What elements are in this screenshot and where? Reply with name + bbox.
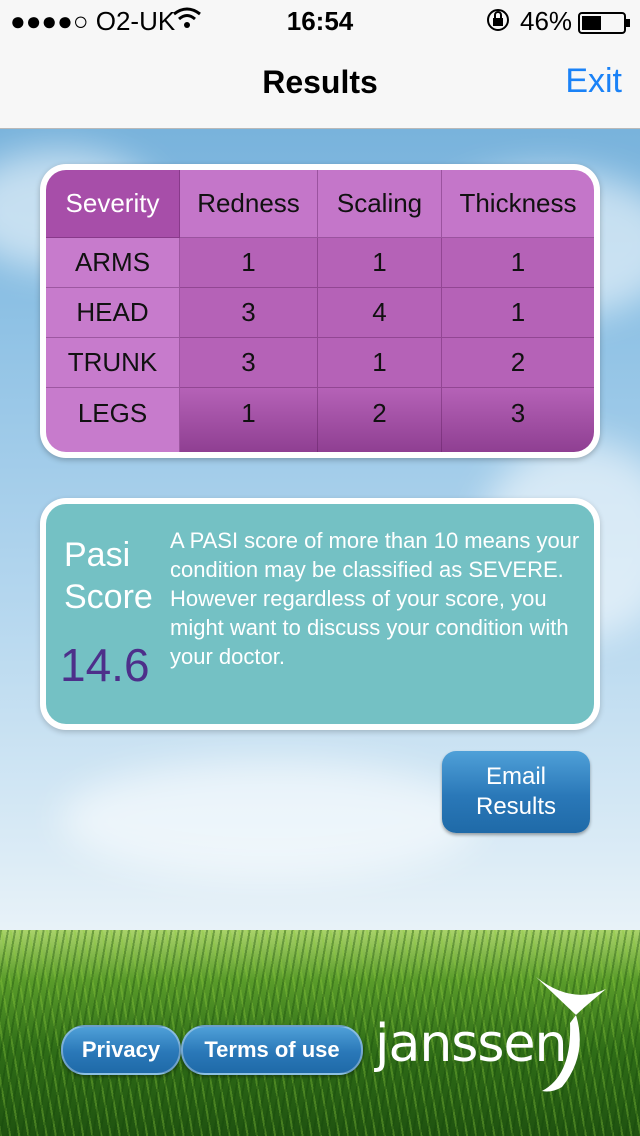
- pasi-score-card: Pasi Score 14.6 A PASI score of more tha…: [40, 498, 600, 730]
- header-redness: Redness: [180, 170, 318, 238]
- table-cell: 1: [442, 238, 594, 288]
- table-cell: 3: [442, 388, 594, 452]
- table-cell: 1: [442, 288, 594, 338]
- pasi-score-label: Pasi Score: [64, 534, 174, 618]
- orientation-lock-icon: [485, 8, 511, 39]
- header-severity: Severity: [46, 170, 180, 238]
- table-cell: 4: [318, 288, 442, 338]
- table-cell: 2: [442, 338, 594, 388]
- email-button-line2: Results: [475, 793, 557, 820]
- table-cell: 2: [318, 388, 442, 452]
- status-bar: ●●●●○ O2-UK 16:54 46%: [0, 0, 640, 40]
- row-label-arms: ARMS: [46, 238, 180, 288]
- pasi-score-value: 14.6: [60, 639, 150, 691]
- pasi-label-line2: Score: [64, 578, 153, 616]
- janssen-logo-mark: [532, 975, 612, 1095]
- severity-table: Severity Redness Scaling Thickness ARMS …: [46, 170, 594, 452]
- row-label-trunk: TRUNK: [46, 338, 180, 388]
- navigation-bar: Results Exit: [0, 40, 640, 129]
- pasi-label-line1: Pasi: [64, 536, 131, 574]
- severity-table-card: Severity Redness Scaling Thickness ARMS …: [40, 164, 600, 458]
- table-cell: 1: [318, 338, 442, 388]
- terms-of-use-button[interactable]: Terms of use: [181, 1025, 363, 1075]
- table-cell: 1: [180, 238, 318, 288]
- email-results-button[interactable]: Email Results: [442, 751, 590, 833]
- battery-icon: [578, 10, 632, 41]
- battery-percent: 46%: [520, 6, 573, 36]
- privacy-button[interactable]: Privacy: [61, 1025, 181, 1075]
- table-cell: 3: [180, 288, 318, 338]
- header-thickness: Thickness: [442, 170, 594, 238]
- row-label-head: HEAD: [46, 288, 180, 338]
- pasi-score-description: A PASI score of more than 10 means your …: [170, 528, 580, 669]
- pasi-score-panel: Pasi Score 14.6 A PASI score of more tha…: [46, 504, 594, 724]
- row-label-legs: LEGS: [46, 388, 180, 452]
- table-cell: 1: [318, 238, 442, 288]
- header-scaling: Scaling: [318, 170, 442, 238]
- email-button-line1: Email: [485, 763, 546, 790]
- table-cell: 3: [180, 338, 318, 388]
- table-cell: 1: [180, 388, 318, 452]
- page-title: Results: [262, 64, 378, 100]
- exit-button[interactable]: Exit: [565, 62, 622, 101]
